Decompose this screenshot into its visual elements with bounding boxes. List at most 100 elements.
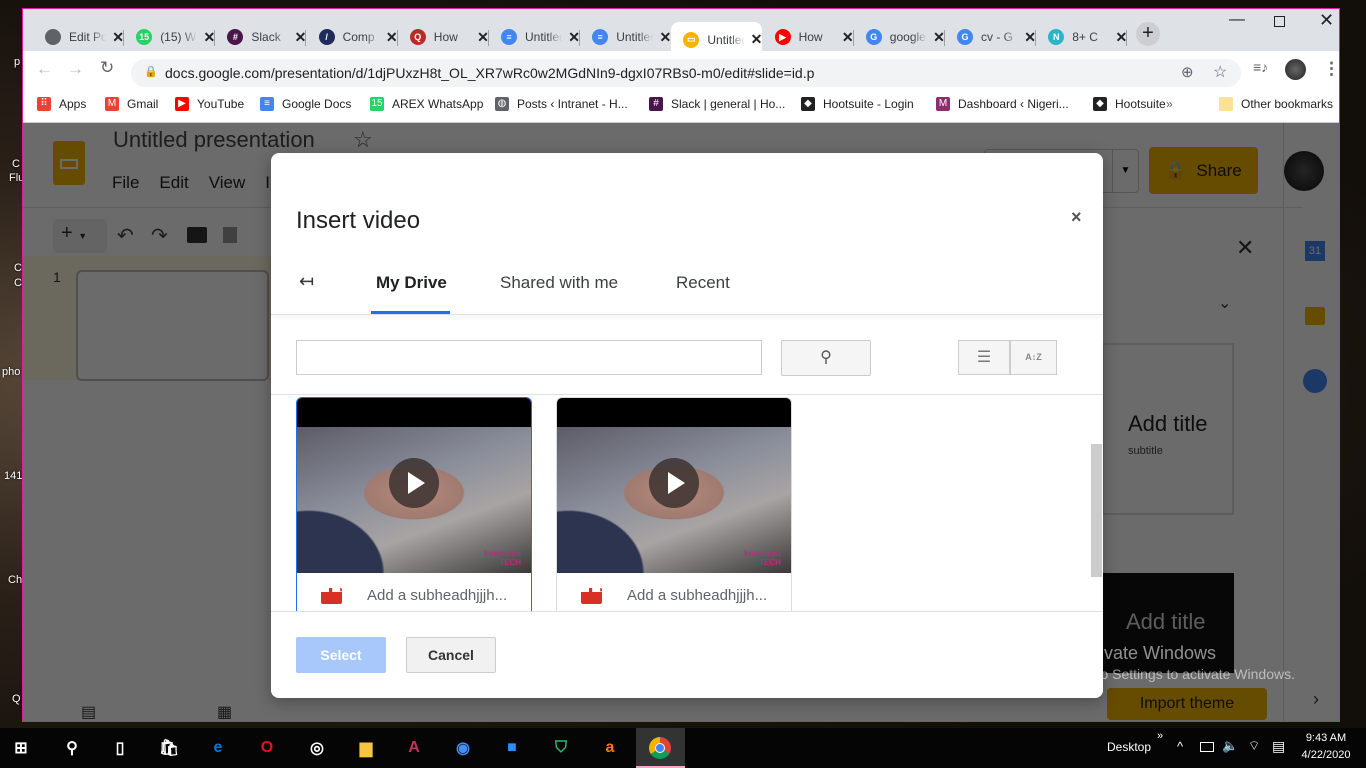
desktop-toolbar-label[interactable]: Desktop xyxy=(1107,740,1151,754)
new-slide-button[interactable]: + ▼ xyxy=(53,219,107,253)
other-bookmarks[interactable]: Other bookmarks xyxy=(1219,97,1333,111)
search-button[interactable]: ⚲ xyxy=(781,340,871,376)
list-view-button[interactable]: ☰ xyxy=(958,340,1010,375)
minimize-button[interactable]: — xyxy=(1229,11,1245,29)
theme-thumbnail[interactable]: Add title subtitle xyxy=(1102,343,1234,515)
browser-tab[interactable]: ≡ Untitled ✕ xyxy=(580,22,671,52)
bookmark[interactable]: ▶ YouTube xyxy=(175,97,244,111)
menu-file[interactable]: File xyxy=(112,173,139,193)
google-icon: G xyxy=(957,29,973,45)
video-file-icon xyxy=(581,587,602,604)
media-control-icon[interactable]: ≡♪ xyxy=(1253,59,1268,75)
star-icon[interactable]: ☆ xyxy=(353,127,373,153)
close-window-button[interactable]: ✕ xyxy=(1319,10,1334,31)
share-button[interactable]: 🔒 Share xyxy=(1149,147,1258,194)
bookmark[interactable]: ≡ Google Docs xyxy=(260,97,351,111)
expand-panel-icon[interactable]: › xyxy=(1313,689,1319,710)
video-card[interactable]: know you TECH Add a subheadhjjjh... xyxy=(296,397,532,617)
browser-tab[interactable]: Q How ✕ xyxy=(398,22,489,52)
scrollbar-thumb[interactable] xyxy=(1091,444,1102,577)
slide-thumbnail[interactable] xyxy=(76,270,269,381)
browser-tab[interactable]: ▶ How ✕ xyxy=(763,22,854,52)
browser-tab[interactable]: 15(15) WhatsApp✕ xyxy=(124,22,216,52)
avast-icon[interactable]: a xyxy=(599,737,621,759)
close-themes-icon[interactable]: ✕ xyxy=(1236,235,1254,261)
close-tab-icon[interactable]: ✕ xyxy=(751,31,763,48)
taskbar-time[interactable]: 9:43 AM xyxy=(1302,732,1350,744)
import-theme-button[interactable]: Import theme xyxy=(1107,688,1267,720)
address-bar[interactable]: 🔒 docs.google.com/presentation/d/1djPUxz… xyxy=(131,59,1241,87)
new-tab-button[interactable]: + xyxy=(1136,22,1160,46)
bookmark[interactable]: ◆ Hootsuite - Login xyxy=(801,97,914,111)
forward-button[interactable]: → xyxy=(67,59,84,79)
bookmark[interactable]: ◍ Posts ‹ Intranet - H... xyxy=(495,97,628,111)
opera-icon[interactable]: O xyxy=(256,737,278,759)
browser-tab[interactable]: # Slack ✕ xyxy=(215,22,307,52)
video-card[interactable]: know you TECH Add a subheadhjjjh... xyxy=(556,397,792,617)
bookmark-star-icon[interactable]: ☆ xyxy=(1213,62,1227,82)
zoom-app-icon[interactable]: ■ xyxy=(501,737,523,759)
keep-icon[interactable] xyxy=(1305,307,1325,325)
select-button[interactable]: Select xyxy=(296,637,386,673)
browser-tab[interactable]: ≡ Untitled ✕ xyxy=(489,22,580,52)
user-avatar[interactable] xyxy=(1284,151,1324,191)
more-bookmarks-button[interactable]: » xyxy=(1166,97,1173,111)
vpn-shield-icon[interactable]: ⛉ xyxy=(550,737,572,759)
document-title[interactable]: Untitled presentation xyxy=(113,127,315,153)
sort-az-button[interactable]: A↕Z xyxy=(1010,340,1057,375)
redo-icon[interactable]: ↷ xyxy=(151,223,168,248)
chevron-down-icon[interactable]: ⌄ xyxy=(1218,293,1231,313)
menu-edit[interactable]: Edit xyxy=(159,173,188,193)
close-tab-icon[interactable]: ✕ xyxy=(659,29,671,46)
reload-button[interactable]: ↻ xyxy=(100,58,114,78)
maximize-button[interactable] xyxy=(1274,16,1285,27)
zoom-icon[interactable]: ⊕ xyxy=(1181,63,1194,81)
wifi-icon[interactable]: ⌔ xyxy=(1248,738,1260,754)
battery-icon[interactable] xyxy=(1200,742,1214,752)
profile-avatar[interactable] xyxy=(1285,59,1306,80)
chromium-icon[interactable]: ◉ xyxy=(452,737,474,759)
print-icon[interactable] xyxy=(187,227,207,243)
tab-my-drive[interactable]: My Drive xyxy=(376,273,447,293)
store-icon[interactable]: 🛍 xyxy=(158,737,180,759)
show-hidden-icons[interactable]: ^ xyxy=(1177,739,1183,754)
back-arrow-icon[interactable]: ↤ xyxy=(299,271,314,292)
browser-tab[interactable]: / Comp ✕ xyxy=(307,22,398,52)
file-explorer-icon[interactable]: ▆ xyxy=(355,737,377,759)
taskbar-date[interactable]: 4/22/2020 xyxy=(1298,749,1354,761)
browser-tab[interactable]: Gcv - G ✕ xyxy=(945,22,1036,52)
access-icon[interactable]: A xyxy=(403,737,425,759)
browser-tab[interactable]: Ggoogle ✕ xyxy=(854,22,945,52)
undo-icon[interactable]: ↶ xyxy=(117,223,134,248)
bookmark[interactable]: M Gmail xyxy=(105,97,158,111)
tab-recent[interactable]: Recent xyxy=(676,273,730,293)
cancel-button[interactable]: Cancel xyxy=(406,637,496,673)
menu-view[interactable]: View xyxy=(209,173,246,193)
tasks-icon[interactable] xyxy=(1303,369,1327,393)
bookmark[interactable]: 15 AREX WhatsApp xyxy=(370,97,483,111)
tab-shared-with-me[interactable]: Shared with me xyxy=(500,273,618,293)
chrome-menu-icon[interactable]: ⋮ xyxy=(1323,59,1339,79)
media-player-icon[interactable]: ◎ xyxy=(306,737,328,759)
notifications-icon[interactable]: ▤ xyxy=(1272,738,1285,755)
calendar-icon[interactable]: 31 xyxy=(1305,241,1325,261)
browser-tab[interactable]: N 8+ C ✕ xyxy=(1036,22,1128,52)
paint-format-icon[interactable] xyxy=(223,227,237,243)
bookmark[interactable]: ◆ Hootsuite xyxy=(1093,97,1166,111)
filmstrip-view-icon[interactable]: ▤ xyxy=(81,702,96,721)
toolbar-chevron[interactable]: » xyxy=(1157,730,1163,742)
bookmark[interactable]: # Slack | general | Ho... xyxy=(649,97,785,111)
back-button[interactable]: ← xyxy=(36,59,53,79)
volume-icon[interactable]: 🔈 xyxy=(1222,738,1238,754)
search-icon[interactable]: ⚲ xyxy=(61,737,83,759)
bookmark[interactable]: ⠿ Apps xyxy=(37,97,86,111)
grid-view-icon[interactable]: ▦ xyxy=(217,702,232,721)
chrome-taskbar-button[interactable] xyxy=(636,728,685,768)
edge-icon[interactable]: e xyxy=(207,737,229,759)
browser-tab[interactable]: Edit Post✕ xyxy=(33,22,124,52)
task-view-icon[interactable]: ▯ xyxy=(109,737,131,759)
bookmark[interactable]: M Dashboard ‹ Nigeri... xyxy=(936,97,1069,111)
start-button[interactable]: ⊞ xyxy=(10,737,32,759)
search-input[interactable] xyxy=(296,340,762,375)
close-dialog-button[interactable]: × xyxy=(1071,207,1082,228)
